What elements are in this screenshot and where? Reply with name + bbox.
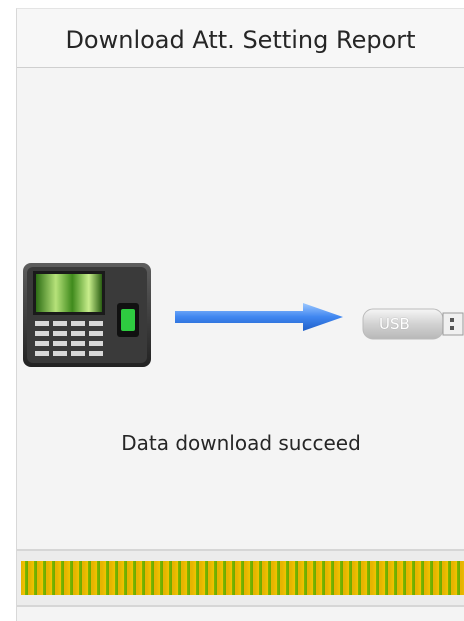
progress-fill — [21, 561, 464, 595]
progress-track — [21, 561, 464, 595]
download-report-screen: Download Att. Setting Report USB Data do… — [16, 8, 464, 621]
right-arrow-icon — [173, 301, 345, 333]
page-title: Download Att. Setting Report — [17, 9, 464, 68]
status-message: Data download succeed — [121, 431, 361, 455]
attendance-terminal-icon — [21, 261, 153, 373]
usb-drive-icon — [361, 305, 464, 343]
usb-label: USB — [379, 315, 410, 333]
progress-bar — [17, 549, 464, 607]
